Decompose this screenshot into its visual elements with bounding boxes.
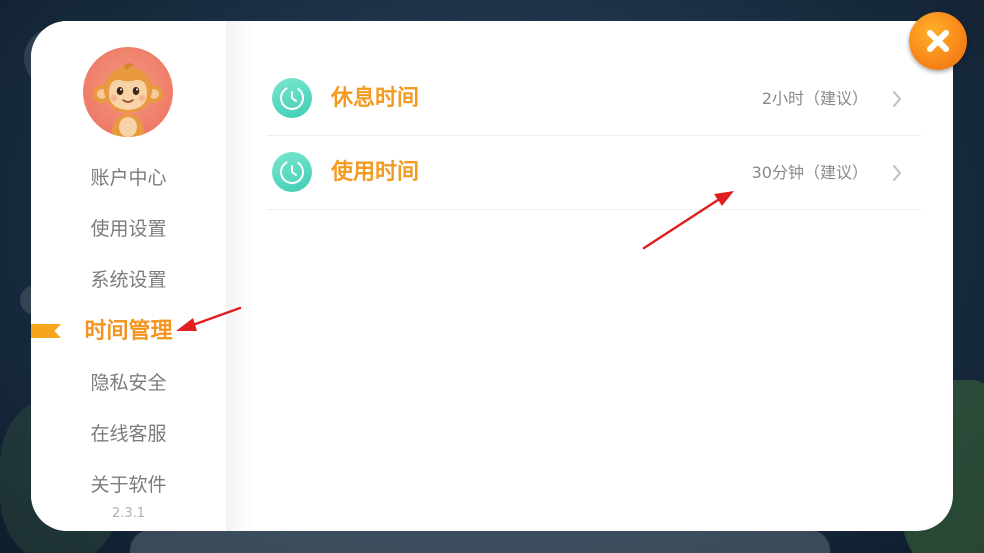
- rest-time-value: 2小时（建议）: [761, 89, 868, 108]
- monkey-avatar-icon: [93, 62, 163, 137]
- sidebar-item-account-center[interactable]: 账户中心: [31, 163, 226, 193]
- sidebar-item-usage-settings[interactable]: 使用设置: [31, 214, 226, 244]
- background-decoration: [130, 530, 830, 553]
- chevron-right-icon: [891, 62, 903, 135]
- rest-time-label: 休息时间: [331, 86, 420, 111]
- sidebar-item-privacy-security[interactable]: 隐私安全: [31, 368, 226, 398]
- avatar[interactable]: [83, 47, 173, 137]
- sidebar-item-time-management[interactable]: 时间管理: [31, 317, 226, 347]
- close-icon: [927, 30, 949, 52]
- sidebar-divider: [226, 21, 254, 531]
- sidebar-item-about-software[interactable]: 关于软件: [31, 470, 226, 500]
- usage-time-label: 使用时间: [331, 160, 420, 185]
- clock-icon: [272, 152, 312, 192]
- close-button[interactable]: [909, 12, 967, 70]
- app-version: 2.3.1: [111, 506, 146, 521]
- chevron-right-icon: [891, 136, 903, 209]
- settings-dialog: 账户中心 使用设置 系统设置 时间管理 隐私安全 在线客服 关于软件 2.3.1…: [31, 21, 953, 531]
- sidebar-item-online-support[interactable]: 在线客服: [31, 419, 226, 449]
- setting-row-usage-time[interactable]: 使用时间 30分钟（建议）: [267, 136, 921, 210]
- sidebar-item-system-settings[interactable]: 系统设置: [31, 265, 226, 295]
- sidebar: 账户中心 使用设置 系统设置 时间管理 隐私安全 在线客服 关于软件 2.3.1: [31, 21, 226, 531]
- clock-icon: [272, 78, 312, 118]
- setting-row-rest-time[interactable]: 休息时间 2小时（建议）: [267, 62, 921, 136]
- usage-time-value: 30分钟（建议）: [751, 163, 868, 182]
